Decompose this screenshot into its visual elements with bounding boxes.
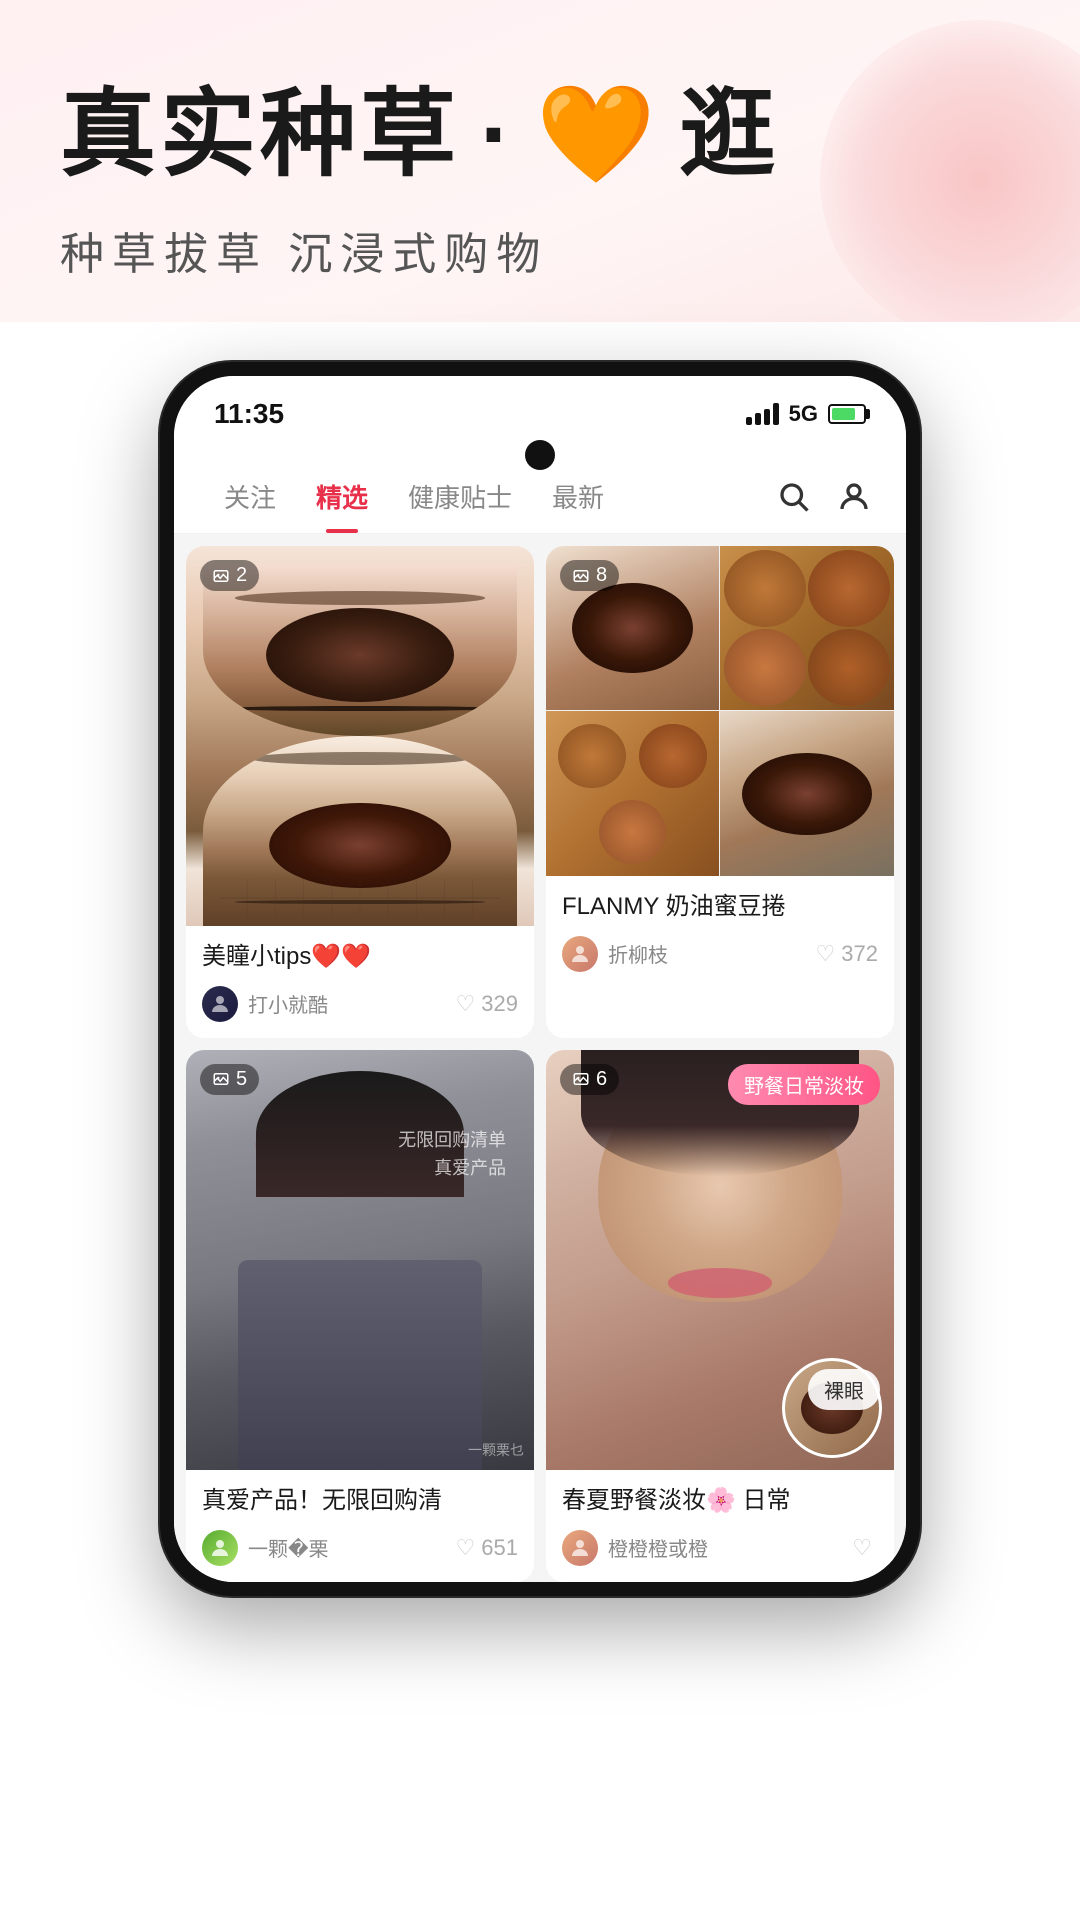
network-label: 5G [789,401,818,427]
card-4-avatar [562,1530,598,1566]
signal-bar-2 [755,413,761,425]
hero-heart: 🧡 [536,80,660,190]
card-2-like-count: 372 [841,941,878,967]
tab-follow[interactable]: 关注 [204,470,296,523]
hero-subtitle: 种草拔草 沉浸式购物 [60,218,1020,282]
card-1-likes: ♡ 329 [456,991,518,1017]
card-1-like-count: 329 [481,991,518,1017]
signal-bar-3 [764,409,770,425]
card-4-image: 6 野餐日常淡妆 裸眼 [546,1050,894,1470]
status-icons: 5G [746,401,866,427]
phone-frame: 11:35 5G 关注 [160,362,920,1595]
card-3-title: 真爱产品！无限回购清 [202,1484,518,1518]
card-3-avatar [202,1530,238,1566]
signal-bar-4 [773,403,779,425]
collage-cell-3 [546,711,720,876]
photo-count-4: 6 [560,1064,619,1095]
feed-grid: 2 美瞳小tips❤️❤️ 打小就酷 ♡ 329 [174,534,906,1581]
heart-icon-3: ♡ [456,1535,476,1561]
card-4-username: 橙橙橙或橙 [608,1533,842,1562]
card-1-title: 美瞳小tips❤️❤️ [202,940,518,974]
card-1-username: 打小就酷 [248,989,446,1018]
card-3-body: 真爱产品！无限回购清 一颗�栗 ♡ 651 [186,1470,534,1582]
collage-cell-2 [720,546,894,711]
card-3-likes: ♡ 651 [456,1535,518,1561]
feed-card-4[interactable]: 6 野餐日常淡妆 裸眼 春夏野餐淡妆🌸 日常 橙橙橙或橙 [546,1050,894,1582]
signal-bar-1 [746,417,752,425]
card-4-body: 春夏野餐淡妆🌸 日常 橙橙橙或橙 ♡ [546,1470,894,1582]
card-3-like-count: 651 [481,1535,518,1561]
photo-count-3: 5 [200,1064,259,1095]
feed-card-2[interactable]: 8 FLANMY 奶油蜜豆捲 折柳枝 ♡ 372 [546,546,894,1038]
card-2-title: FLANMY 奶油蜜豆捲 [562,890,878,924]
photo-count-2: 8 [560,560,619,591]
card-4-title: 春夏野餐淡妆🌸 日常 [562,1484,878,1518]
hero-title-text2: 逛 [680,80,780,190]
status-time: 11:35 [214,398,284,430]
tab-health[interactable]: 健康贴士 [388,470,532,523]
feed-card-1[interactable]: 2 美瞳小tips❤️❤️ 打小就酷 ♡ 329 [186,546,534,1038]
camera-notch [525,440,555,470]
card-3-meta: 一颗�栗 ♡ 651 [202,1530,518,1566]
card-1-meta: 打小就酷 ♡ 329 [202,986,518,1022]
card-2-meta: 折柳枝 ♡ 372 [562,936,878,972]
hero-separator: · [480,80,516,190]
hero-title-text1: 真实种草 [60,80,460,190]
profile-icon[interactable] [832,475,876,519]
signal-bars-icon [746,403,779,425]
collage-cell-4 [720,711,894,876]
card-3-image: 无限回购清单 真爱产品 一颗栗乜 5 [186,1050,534,1470]
tab-featured[interactable]: 精选 [296,470,388,523]
card-1-body: 美瞳小tips❤️❤️ 打小就酷 ♡ 329 [186,926,534,1038]
hero-section: 真实种草 · 🧡 逛 种草拔草 沉浸式购物 [0,0,1080,322]
card-2-likes: ♡ 372 [816,941,878,967]
search-icon[interactable] [772,475,816,519]
battery-fill [832,408,855,420]
photo-count-1: 2 [200,560,259,591]
card-4-tag: 野餐日常淡妆 [728,1064,880,1105]
heart-icon-4: ♡ [852,1535,872,1561]
heart-icon-2: ♡ [816,941,836,967]
card-1-avatar [202,986,238,1022]
feed-card-3[interactable]: 无限回购清单 真爱产品 一颗栗乜 5 真爱产品！无限回购清 [186,1050,534,1582]
phone-wrapper: 11:35 5G 关注 [0,322,1080,1595]
card-2-username: 折柳枝 [608,939,806,968]
card-1-image: 2 [186,546,534,926]
card-2-avatar [562,936,598,972]
card-4-likes: ♡ [852,1535,878,1561]
card-3-username: 一颗�栗 [248,1533,446,1562]
card-4-naked-badge: 裸眼 [808,1369,880,1410]
card-2-body: FLANMY 奶油蜜豆捲 折柳枝 ♡ 372 [546,876,894,988]
status-bar: 11:35 5G [174,376,906,440]
card-4-meta: 橙橙橙或橙 ♡ [562,1530,878,1566]
card-2-image: 8 [546,546,894,876]
tab-latest[interactable]: 最新 [532,470,624,523]
heart-icon-1: ♡ [456,991,476,1017]
hero-title: 真实种草 · 🧡 逛 [60,80,1020,190]
phone-screen: 11:35 5G 关注 [174,376,906,1581]
battery-icon [828,404,866,424]
